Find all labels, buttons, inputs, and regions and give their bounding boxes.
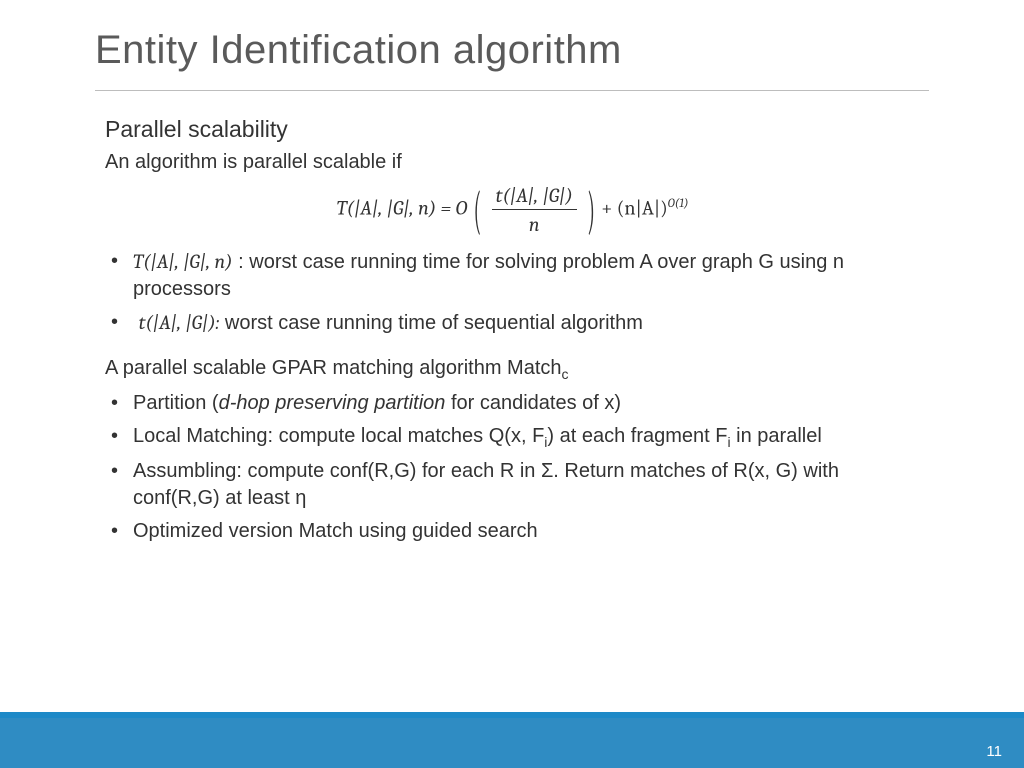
definition-text: worst case running time of sequential al…	[219, 312, 643, 334]
subheading: Parallel scalability	[105, 114, 920, 145]
definition-text: : worst case running time for solving pr…	[133, 251, 844, 300]
equation-tail-base: + (n|A|)	[601, 197, 668, 220]
paren-open: (	[472, 175, 484, 245]
equation-tail-exp: O(1)	[668, 196, 689, 210]
fraction-denominator: n	[492, 210, 577, 238]
definitions-list: T(|A|, |G|, n) : worst case running time…	[105, 248, 920, 337]
text: ) at each fragment F	[547, 425, 727, 447]
list-item: t(|A|, |G|): worst case running time of …	[105, 309, 920, 337]
text: Local Matching: compute local matches Q(…	[133, 425, 544, 447]
equation-lhs: T(|A|, |G|, n) = O	[337, 197, 468, 220]
list-item: Partition (d-hop preserving partition fo…	[105, 390, 920, 417]
title-divider	[95, 90, 929, 91]
em-text: d-hop preserving partition	[219, 392, 446, 414]
math-term: T(|A|, |G|, n)	[133, 250, 233, 273]
list-item: Assumbling: compute conf(R,G) for each R…	[105, 458, 920, 512]
steps-list: Partition (d-hop preserving partition fo…	[105, 390, 920, 545]
second-heading: A parallel scalable GPAR matching algori…	[105, 355, 920, 384]
slide-title: Entity Identification algorithm	[95, 28, 622, 73]
second-heading-text: A parallel scalable GPAR matching algori…	[105, 357, 562, 379]
second-heading-sub: c	[562, 366, 569, 382]
list-item: Local Matching: compute local matches Q(…	[105, 423, 920, 452]
footer-main-bar: 11	[0, 718, 1024, 768]
text: in parallel	[731, 425, 822, 447]
page-number: 11	[986, 743, 1002, 760]
intro-text: An algorithm is parallel scalable if	[105, 149, 920, 176]
list-item: T(|A|, |G|, n) : worst case running time…	[105, 248, 920, 303]
text: for candidates of x)	[445, 392, 621, 414]
slide-body: Parallel scalability An algorithm is par…	[105, 114, 920, 563]
paren-close: )	[585, 175, 597, 245]
math-term: t(|A|, |G|):	[139, 311, 220, 334]
fraction-numerator: t(|A|, |G|)	[492, 182, 577, 210]
text: Partition (	[133, 392, 219, 414]
slide: Entity Identification algorithm Parallel…	[0, 0, 1024, 768]
list-item: Optimized version Match using guided sea…	[105, 518, 920, 545]
equation-fraction: t(|A|, |G|) n	[488, 182, 581, 238]
footer: 11	[0, 712, 1024, 768]
equation: T(|A|, |G|, n) = O ( t(|A|, |G|) n ) + (…	[105, 182, 920, 238]
